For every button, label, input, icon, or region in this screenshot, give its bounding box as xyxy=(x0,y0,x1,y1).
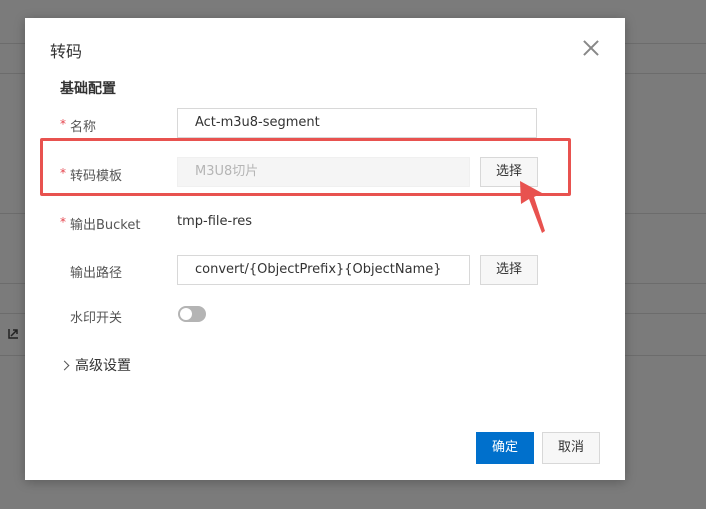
cancel-button[interactable]: 取消 xyxy=(542,432,600,464)
watermark-toggle[interactable] xyxy=(178,306,206,322)
required-mark: * xyxy=(60,117,66,131)
advanced-settings-label: 高级设置 xyxy=(75,358,131,374)
toggle-knob xyxy=(180,308,192,320)
required-mark: * xyxy=(60,166,66,180)
close-icon[interactable] xyxy=(582,39,600,57)
name-input[interactable]: Act-m3u8-segment xyxy=(177,108,537,138)
section-title: 基础配置 xyxy=(60,81,116,97)
export-icon[interactable] xyxy=(8,328,19,339)
name-label: 名称 xyxy=(70,120,97,135)
path-label: 输出路径 xyxy=(70,266,123,281)
template-label: 转码模板 xyxy=(70,169,123,184)
chevron-right-icon xyxy=(59,360,70,371)
confirm-button[interactable]: 确定 xyxy=(476,432,534,464)
bucket-label: 输出Bucket xyxy=(70,218,141,233)
advanced-settings-toggle[interactable]: 高级设置 xyxy=(59,355,131,375)
select-path-button[interactable]: 选择 xyxy=(480,255,538,285)
transcode-dialog: 转码 基础配置 * 名称 Act-m3u8-segment * 转码模板 M3U… xyxy=(25,18,625,480)
required-mark: * xyxy=(60,215,66,229)
template-input: M3U8切片 xyxy=(177,157,470,187)
path-input[interactable]: convert/{ObjectPrefix}{ObjectName} xyxy=(177,255,470,285)
select-template-button[interactable]: 选择 xyxy=(480,157,538,187)
watermark-label: 水印开关 xyxy=(70,311,123,326)
dialog-title: 转码 xyxy=(50,42,83,61)
bucket-value: tmp-file-res xyxy=(177,214,253,229)
